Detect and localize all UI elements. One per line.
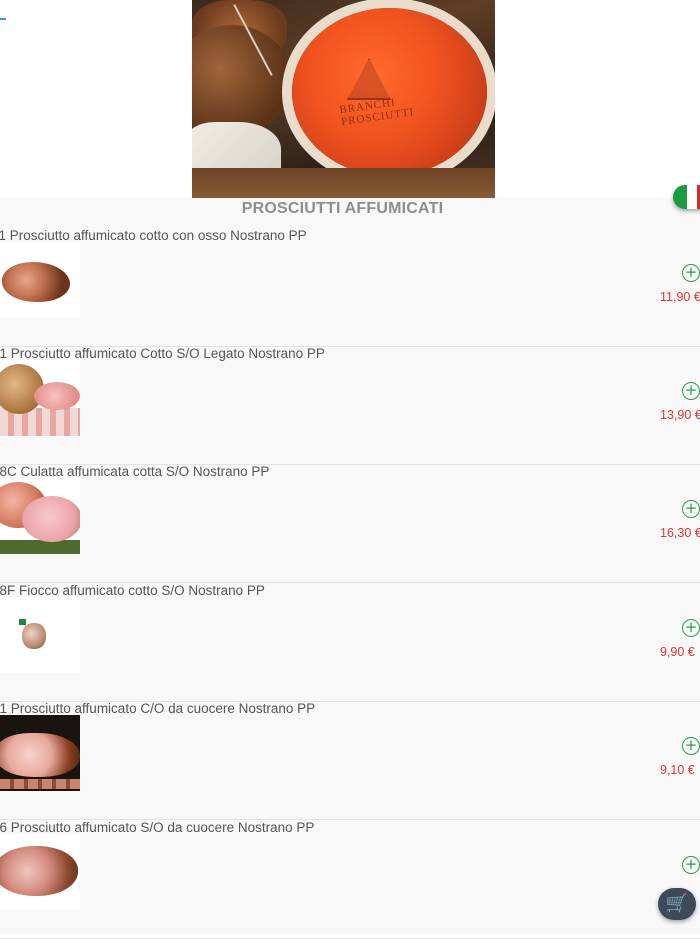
product-price: 11,90 € [660, 290, 700, 304]
product-item[interactable]: 11 Prosciutto affumicato cotto con osso … [0, 228, 700, 347]
product-price: 13,90 € [660, 408, 700, 422]
product-price: 9,10 € [660, 763, 695, 777]
product-item[interactable]: 06 Prosciutto affumicato S/O da cuocere … [0, 820, 700, 939]
product-price: 16,30 € [660, 526, 700, 540]
product-item[interactable]: 08F Fiocco affumicato cotto S/O Nostrano… [0, 583, 700, 702]
product-item[interactable]: 08C Culatta affumicata cotta S/O Nostran… [0, 464, 700, 583]
product-price: 9,90 € [660, 645, 695, 659]
product-name: 11 Prosciutto affumicato cotto con osso … [0, 228, 307, 243]
product-thumbnail[interactable] [0, 360, 80, 436]
cart-icon[interactable]: 🛒 [658, 888, 696, 920]
product-thumbnail[interactable] [0, 715, 80, 791]
product-item[interactable]: 21 Prosciutto affumicato Cotto S/O Legat… [0, 346, 700, 465]
add-circle-icon[interactable]: + [682, 382, 700, 400]
product-thumbnail[interactable] [0, 478, 80, 554]
add-circle-icon[interactable]: + [682, 737, 700, 755]
product-thumbnail[interactable] [0, 597, 80, 673]
product-name: 06 Prosciutto affumicato S/O da cuocere … [0, 820, 315, 835]
product-name: 08C Culatta affumicata cotta S/O Nostran… [0, 464, 270, 479]
section-title: PROSCIUTTI AFFUMICATI [241, 200, 444, 217]
add-circle-icon[interactable]: + [682, 264, 700, 282]
back-link[interactable] [0, 18, 6, 20]
product-name: 08F Fiocco affumicato cotto S/O Nostrano… [0, 583, 265, 598]
product-thumbnail[interactable] [0, 834, 80, 910]
hero-image: BRANCHI PROSCIUTTI [192, 0, 495, 198]
add-circle-icon[interactable]: + [682, 856, 700, 874]
product-name: 01 Prosciutto affumicato C/O da cuocere … [0, 701, 316, 716]
product-name: 21 Prosciutto affumicato Cotto S/O Legat… [0, 346, 325, 361]
product-thumbnail[interactable] [0, 242, 80, 318]
italian-flag-icon[interactable] [673, 185, 700, 209]
add-circle-icon[interactable]: + [682, 500, 700, 518]
product-item[interactable]: 01 Prosciutto affumicato C/O da cuocere … [0, 701, 700, 820]
add-circle-icon[interactable]: + [682, 619, 700, 637]
